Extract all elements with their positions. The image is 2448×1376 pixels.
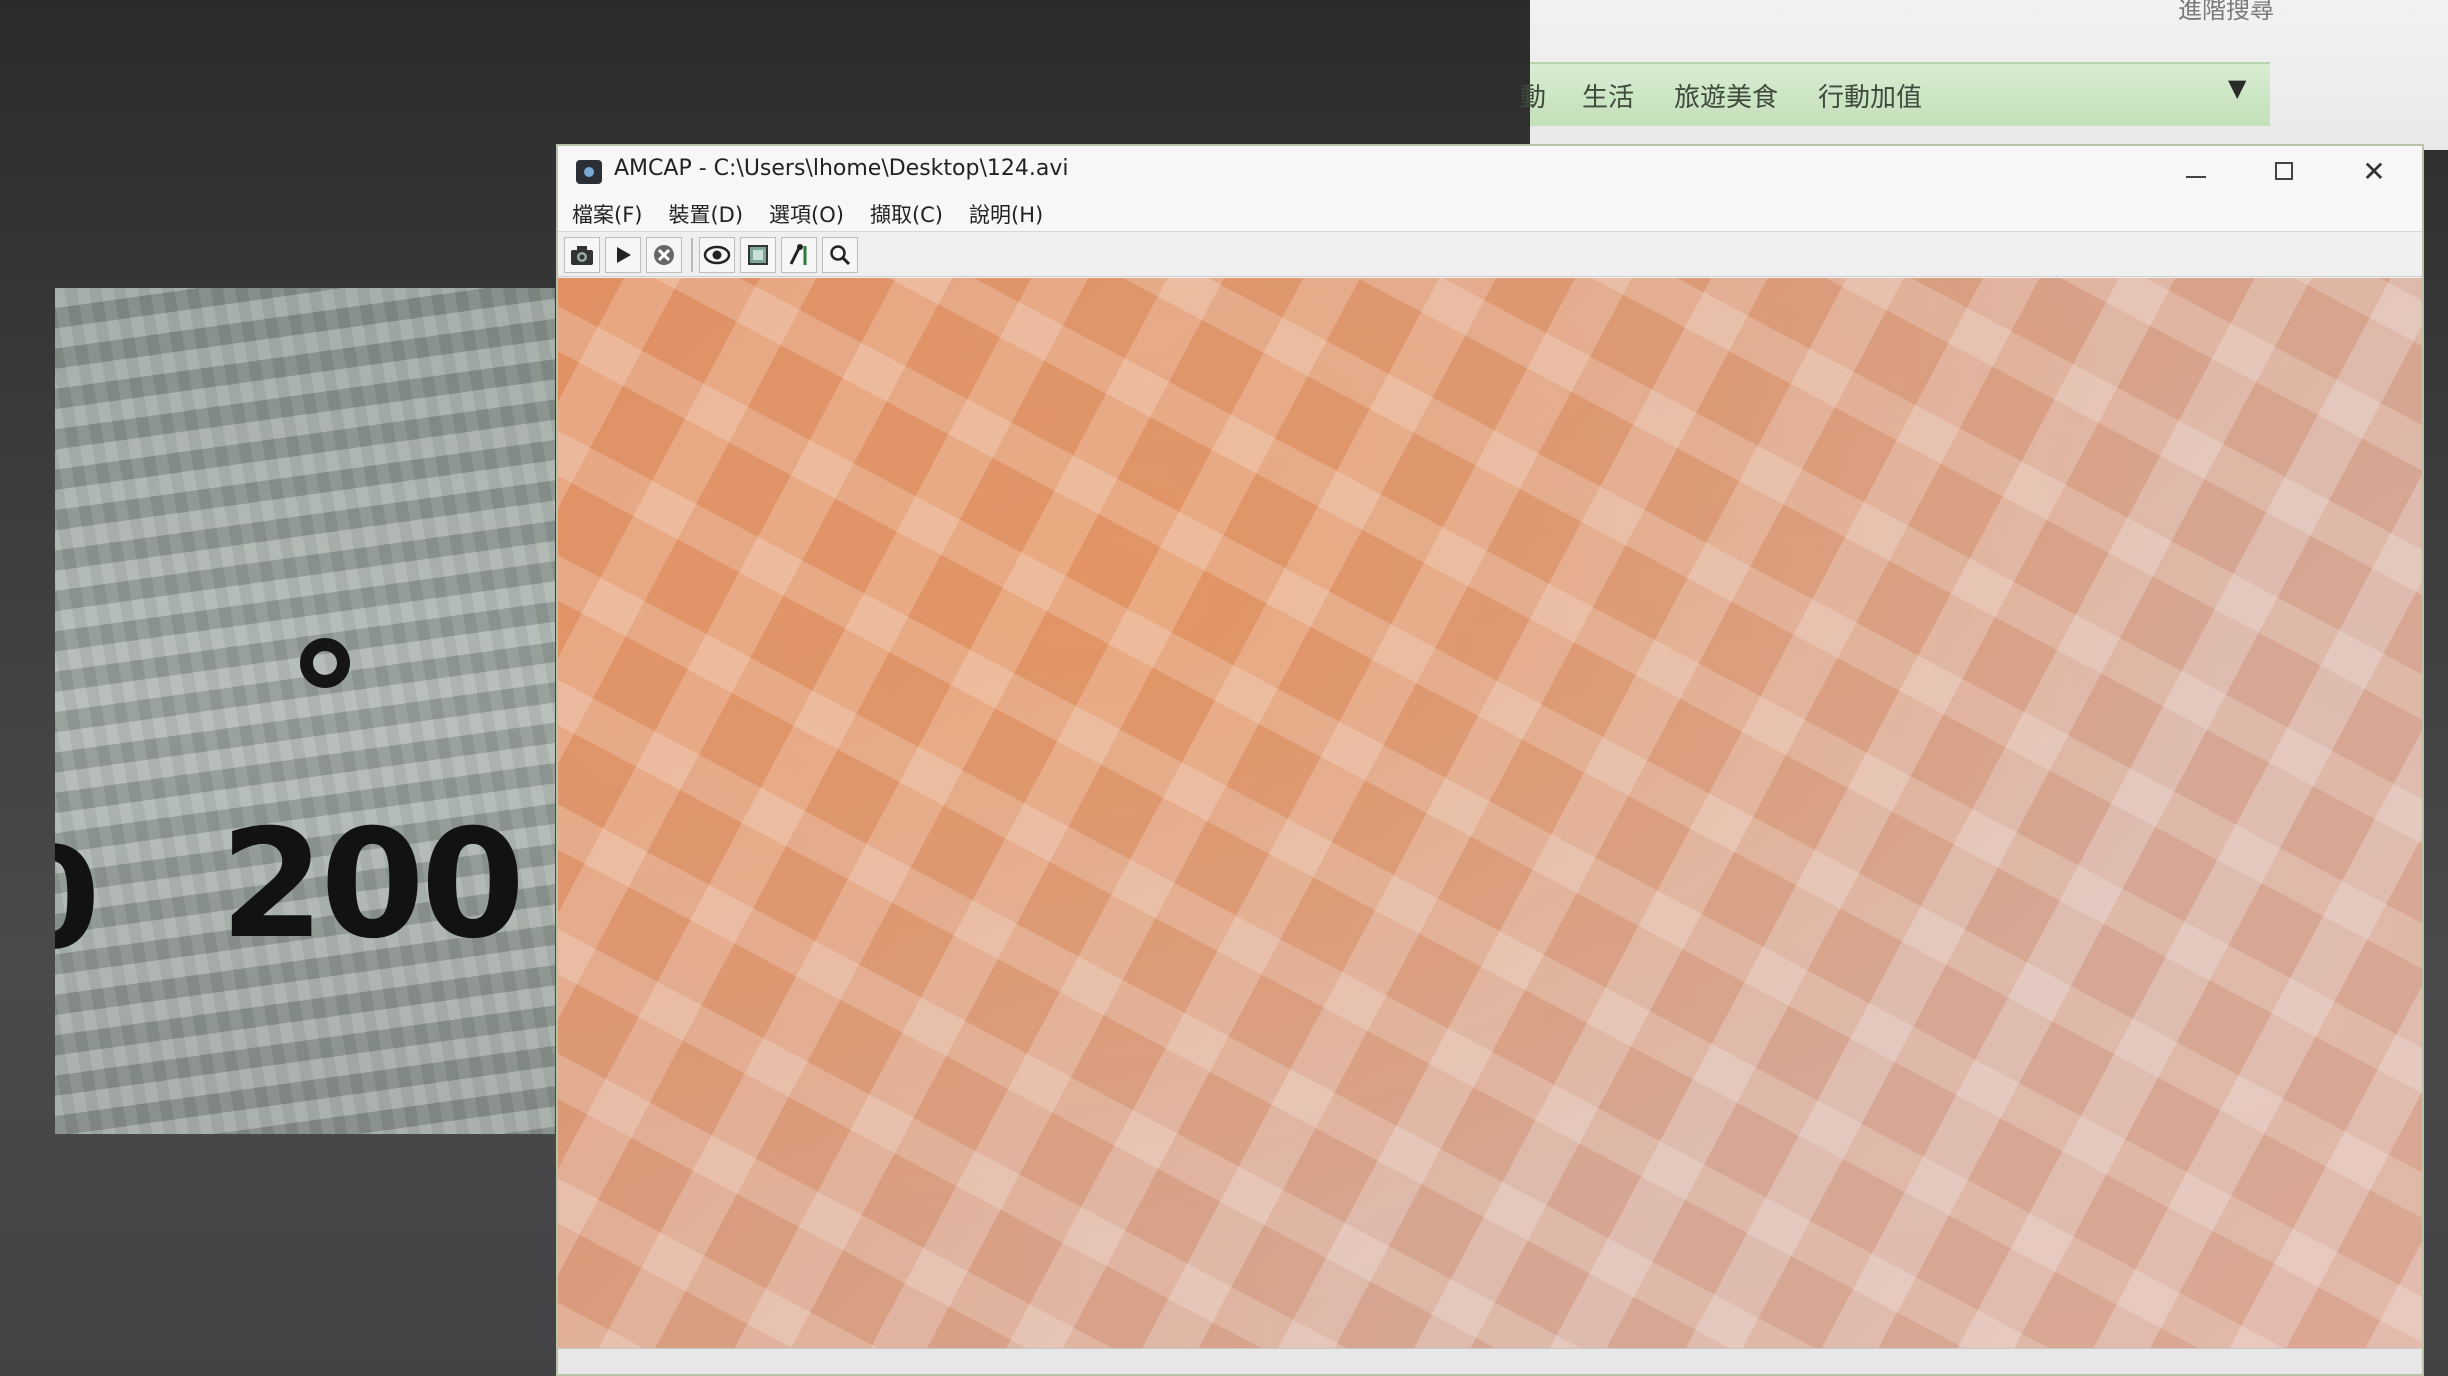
minimize-icon [2186, 176, 2206, 178]
toolbar-separator [691, 237, 693, 272]
status-bar [558, 1348, 2422, 1374]
menu-devices[interactable]: 裝置(D) [668, 199, 743, 229]
menu-bar: 檔案(F) 裝置(D) 選項(O) 擷取(C) 說明(H) [558, 196, 2422, 232]
nav-item-travel-food[interactable]: 旅遊美食 [1674, 77, 1778, 114]
tools-icon [789, 243, 807, 265]
window-title: AMCAP - C:\Users\lhome\Desktop\124.avi [614, 156, 1069, 181]
nav-dropdown-arrow-icon[interactable]: ▼ [2228, 74, 2246, 102]
tools-button[interactable] [781, 236, 817, 273]
overlay-button[interactable] [740, 236, 776, 273]
menu-file[interactable]: 檔案(F) [572, 199, 642, 229]
video-preview-area [558, 278, 2422, 1348]
maximize-button[interactable] [2256, 152, 2312, 190]
preview-eye-icon [703, 245, 731, 264]
close-icon: ✕ [2362, 154, 2386, 188]
menu-options[interactable]: 選項(O) [769, 199, 844, 229]
nav-item-partial[interactable]: 動 [1520, 77, 1546, 114]
zoom-button[interactable] [822, 236, 858, 273]
camera-icon [571, 245, 593, 265]
toolbar [558, 233, 2422, 277]
camera-button[interactable] [564, 236, 600, 273]
nav-item-life[interactable]: 生活 [1582, 77, 1634, 114]
preview-partial-number: 0 [55, 818, 100, 981]
play-button[interactable] [605, 236, 641, 273]
menu-capture[interactable]: 擷取(C) [870, 199, 943, 229]
nav-item-mobile[interactable]: 行動加值 [1818, 77, 1922, 114]
amcap-app-icon [576, 160, 602, 184]
maximize-icon [2275, 162, 2293, 180]
amcap-window: AMCAP - C:\Users\lhome\Desktop\124.avi ✕… [556, 144, 2424, 1376]
stop-icon [654, 244, 674, 265]
stop-button[interactable] [646, 236, 682, 273]
zoom-icon [830, 244, 851, 265]
grayscale-preview-image: 0 200 [55, 288, 555, 1134]
preview-button[interactable] [699, 236, 735, 273]
menu-help[interactable]: 說明(H) [969, 199, 1043, 229]
advanced-search-link[interactable]: 進階搜尋 [2178, 0, 2274, 25]
overlay-icon [748, 244, 768, 265]
title-bar[interactable]: AMCAP - C:\Users\lhome\Desktop\124.avi ✕ [558, 146, 2422, 196]
close-button[interactable]: ✕ [2346, 152, 2402, 190]
play-icon [617, 246, 631, 263]
preview-number: 200 [220, 798, 525, 972]
background-nav-bar: 動 生活 旅遊美食 行動加值 [1520, 62, 2270, 126]
minimize-button[interactable] [2168, 152, 2224, 190]
preview-ring-mark [300, 638, 350, 688]
